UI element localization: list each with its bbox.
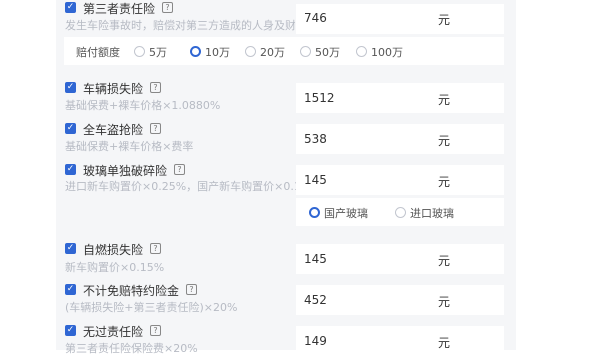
checkbox-theft[interactable]: ✓ [65, 123, 76, 134]
coverage-option-20[interactable]: 20万 [260, 44, 285, 60]
item-name-vehicle-damage: 车辆损失险 [83, 82, 144, 96]
item-name-self-ignition: 自燃损失险 [83, 243, 144, 257]
item-desc-vehicle-damage: 基础保费+裸车价格×1.0880% [65, 99, 221, 112]
unit-vehicle-damage: 元 [438, 93, 451, 107]
checkbox-glass[interactable]: ✓ [65, 164, 76, 175]
unit-deductible-waiver: 元 [438, 295, 451, 309]
unit-third-party: 元 [438, 13, 451, 27]
item-desc-deductible-waiver: (车辆损失险+第三者责任险)×20% [65, 301, 238, 314]
item-name-third-party: 第三者责任险 [83, 2, 156, 16]
coverage-option-50[interactable]: 50万 [315, 44, 340, 60]
premium-self-ignition: 145 [304, 252, 327, 266]
item-desc-third-party: 发生车险事故时，赔偿对第三方造成的人身及财产损失 [65, 19, 295, 32]
help-icon[interactable]: ? [162, 2, 173, 13]
coverage-option-10[interactable]: 10万 [205, 44, 230, 60]
premium-third-party: 746 [304, 11, 327, 25]
item-desc-glass: 进口新车购置价×0.25%，国产新车购置价×0.15% [65, 180, 296, 193]
value-box-no-fault [296, 326, 504, 356]
item-desc-self-ignition: 新车购置价×0.15% [65, 261, 165, 274]
coverage-radio-100[interactable] [356, 46, 367, 57]
item-name-no-fault: 无过责任险 [83, 325, 144, 339]
item-name-theft: 全车盗抢险 [83, 123, 144, 137]
value-box-self-ignition [296, 244, 504, 274]
value-box-deductible-waiver [296, 285, 504, 315]
glass-option-imported[interactable]: 进口玻璃 [410, 205, 454, 221]
unit-theft: 元 [438, 134, 451, 148]
help-icon[interactable]: ? [174, 164, 185, 175]
item-desc-theft: 基础保费+裸车价格×费率 [65, 140, 194, 153]
checkbox-vehicle-damage[interactable]: ✓ [65, 82, 76, 93]
value-box-third-party [296, 4, 504, 34]
coverage-option-5[interactable]: 5万 [149, 44, 167, 60]
glass-radio-imported[interactable] [395, 207, 406, 218]
value-box-theft [296, 124, 504, 154]
item-desc-no-fault: 第三者责任险保险费×20% [65, 342, 198, 355]
coverage-label: 赔付额度 [76, 46, 120, 59]
coverage-radio-10[interactable] [190, 46, 201, 57]
coverage-radio-20[interactable] [245, 46, 256, 57]
checkbox-no-fault[interactable]: ✓ [65, 325, 76, 336]
coverage-option-100[interactable]: 100万 [371, 44, 403, 60]
premium-theft: 538 [304, 132, 327, 146]
glass-option-domestic[interactable]: 国产玻璃 [324, 205, 368, 221]
unit-self-ignition: 元 [438, 254, 451, 268]
item-name-glass: 玻璃单独破碎险 [83, 164, 168, 178]
premium-glass: 145 [304, 173, 327, 187]
help-icon[interactable]: ? [150, 82, 161, 93]
premium-vehicle-damage: 1512 [304, 91, 335, 105]
help-icon[interactable]: ? [150, 123, 161, 134]
glass-radio-domestic[interactable] [309, 207, 320, 218]
checkbox-self-ignition[interactable]: ✓ [65, 243, 76, 254]
item-name-deductible-waiver: 不计免赔特约险金 [83, 284, 180, 298]
help-icon[interactable]: ? [150, 325, 161, 336]
unit-no-fault: 元 [438, 336, 451, 350]
premium-deductible-waiver: 452 [304, 293, 327, 307]
unit-glass: 元 [438, 175, 451, 189]
coverage-radio-5[interactable] [134, 46, 145, 57]
coverage-radio-50[interactable] [300, 46, 311, 57]
checkbox-third-party[interactable]: ✓ [65, 2, 76, 13]
help-icon[interactable]: ? [186, 284, 197, 295]
value-box-glass [296, 165, 504, 195]
checkbox-deductible-waiver[interactable]: ✓ [65, 284, 76, 295]
premium-no-fault: 149 [304, 334, 327, 348]
help-icon[interactable]: ? [150, 243, 161, 254]
